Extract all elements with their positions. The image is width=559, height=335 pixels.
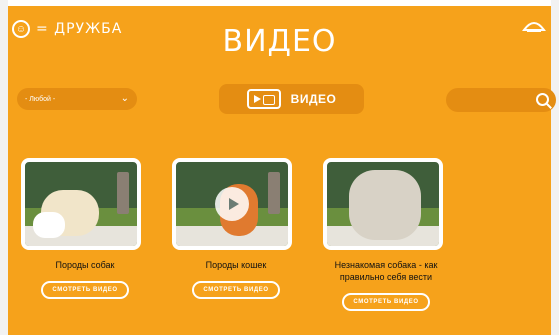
chevron-down-icon: ⌄ — [120, 93, 129, 104]
video-card[interactable]: Незнакомая собака - как правильно себя в… — [323, 158, 449, 311]
video-title: Породы кошек — [205, 260, 267, 270]
video-thumbnail[interactable] — [323, 158, 443, 250]
top-strip — [0, 0, 559, 6]
video-title: Породы собак — [55, 260, 115, 270]
section-tab-video[interactable]: ВИДЕО — [219, 84, 364, 114]
hat-icon — [522, 22, 546, 32]
video-card[interactable]: Породы собак СМОТРЕТЬ ВИДЕО — [21, 158, 149, 299]
video-thumbnail[interactable] — [21, 158, 141, 250]
watch-video-button[interactable]: СМОТРЕТЬ ВИДЕО — [192, 281, 280, 299]
filter-value: - Любой - — [25, 95, 56, 103]
watch-video-button[interactable]: СМОТРЕТЬ ВИДЕО — [342, 293, 430, 311]
section-label: ВИДЕО — [290, 92, 337, 106]
video-thumbnail[interactable] — [172, 158, 292, 250]
watch-video-button[interactable]: СМОТРЕТЬ ВИДЕО — [41, 281, 129, 299]
video-section-icon — [246, 89, 281, 109]
video-card[interactable]: Породы кошек СМОТРЕТЬ ВИДЕО — [172, 158, 300, 299]
filter-dropdown[interactable]: - Любой - ⌄ — [17, 88, 137, 110]
video-title: Незнакомая собака - как правильно себя в… — [334, 260, 438, 282]
search-icon — [536, 93, 550, 107]
page-title: ВИДЕО — [222, 24, 337, 59]
play-icon[interactable] — [215, 187, 249, 221]
search-input[interactable] — [446, 88, 556, 112]
